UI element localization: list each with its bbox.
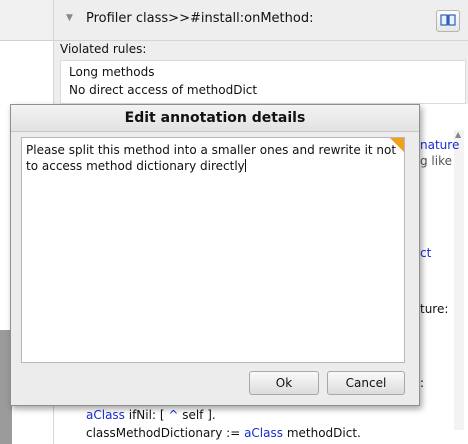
code-fragment: ct [420,246,432,260]
rule-item[interactable]: Long methods [69,65,154,79]
method-title: Profiler class>>#install:onMethod: [86,11,314,26]
ok-button[interactable]: Ok [249,371,319,395]
code-fragment: ture: [420,302,449,316]
code-fragment: nature [420,138,460,152]
book-icon[interactable] [436,10,460,32]
text-caret [244,159,246,172]
violated-rules-list[interactable]: Long methods No direct access of methodD… [60,60,466,104]
code-token: aClass [86,408,125,422]
code-token: := [222,426,245,440]
code-token: classMethodDictionary [86,426,223,440]
code-scrollbar[interactable] [454,130,464,430]
violated-rules-label: Violated rules: [60,42,147,56]
code-token: self ]. [178,408,216,422]
triangle-down-icon[interactable]: ▼ [66,13,73,23]
code-fragment: : [420,376,425,390]
code-token: aClass [244,426,284,440]
rule-item[interactable]: No direct access of methodDict [69,83,257,97]
annotation-text: Please split this method into a smaller … [26,143,397,173]
code-token: ^ [168,408,179,422]
code-token: ifNil: [ [124,408,169,422]
code-line: aClass ifNil: [ ^ self ]. [86,408,216,422]
dialog-title[interactable]: Edit annotation details [11,105,419,132]
cancel-button[interactable]: Cancel [327,371,405,395]
left-pane-header [0,0,54,41]
resize-corner-icon[interactable] [390,138,404,152]
annotation-textarea[interactable]: Please split this method into a smaller … [21,137,405,363]
code-line: classMethodDictionary := aClass methodDi… [86,426,361,440]
code-token: methodDict. [283,426,361,440]
code-fragment: g like [420,154,453,168]
edit-annotation-dialog: Edit annotation details Please split thi… [10,104,420,406]
